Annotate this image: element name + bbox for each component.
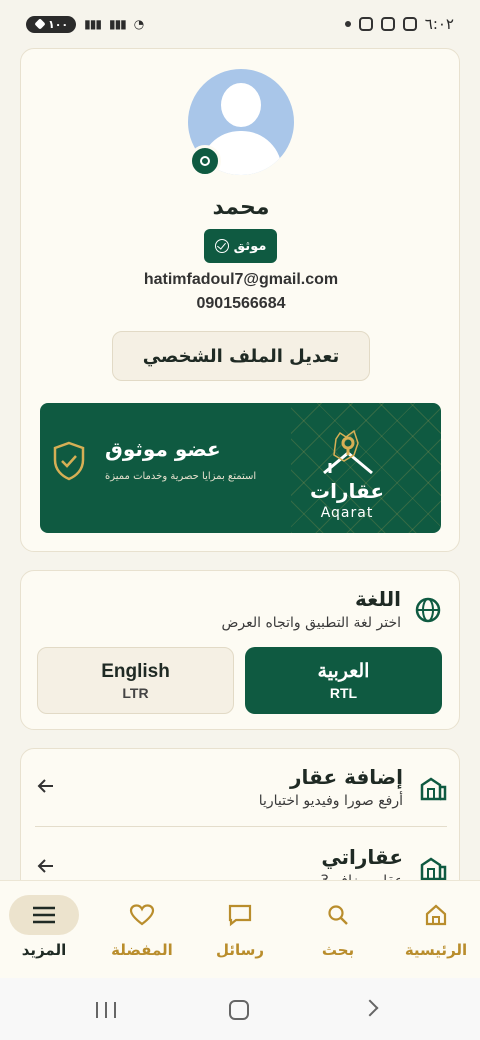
profile-phone: 0901566684 <box>196 295 286 312</box>
search-icon <box>328 905 348 925</box>
verified-member-banner: عضو موثوق استمتع بمزايا حصرية وخدمات ممي… <box>40 403 441 533</box>
profile-name: محمد <box>212 195 270 220</box>
status-bar: ١٠٠ ▮▮▮ ▮▮▮ ◔ ٦:٠٢ <box>0 0 480 48</box>
logo-text-en: Aqarat <box>320 505 374 521</box>
nav-item-home[interactable]: الرئيسية <box>388 895 480 967</box>
notification-dot-icon <box>344 21 351 27</box>
nav-label: رسائل <box>215 941 265 959</box>
system-home-button[interactable] <box>229 1000 249 1020</box>
nav-label: الرئيسية <box>404 941 468 959</box>
battery-indicator: ١٠٠ <box>26 15 77 33</box>
nav-item-messages[interactable]: رسائل <box>192 895 288 967</box>
globe-icon <box>415 597 441 623</box>
profile-card: محمد موثق hatimfadoul7@gmail.com 0901566… <box>20 48 460 552</box>
language-option-label: English <box>101 660 170 682</box>
building-icon <box>420 857 447 881</box>
arrow-left-icon <box>37 779 53 793</box>
system-back-button[interactable] <box>361 999 379 1017</box>
nav-label: المفضلة <box>111 941 173 959</box>
arrow-left-icon <box>37 859 53 873</box>
language-option-arabic[interactable]: العربية RTL <box>245 647 442 714</box>
banner-title: عضو موثوق <box>105 437 221 461</box>
language-subtitle: اختر لغة التطبيق واتجاه العرض <box>221 615 401 631</box>
nav-label: بحث <box>321 941 355 959</box>
language-title: اللغة <box>355 587 401 611</box>
language-option-dir: LTR <box>122 684 149 701</box>
clock: ٦:٠٢ <box>424 15 454 33</box>
signal-icon-2: ▮▮▮ <box>108 17 127 31</box>
building-icon <box>420 777 447 801</box>
home-icon <box>425 904 447 926</box>
status-right: ٦:٠٢ <box>344 15 454 33</box>
system-nav-bar <box>0 978 480 1040</box>
check-circle-icon <box>214 239 229 253</box>
menu-icon <box>33 906 55 924</box>
language-card: اللغة اختر لغة التطبيق واتجاه العرض العر… <box>20 570 460 730</box>
shield-check-icon <box>53 441 85 481</box>
language-option-dir: RTL <box>329 685 358 701</box>
menu-item-title: إضافة عقار <box>290 765 403 789</box>
edit-profile-button[interactable]: تعديل الملف الشخصي <box>112 331 370 381</box>
menu-item-subtitle: أرفع صورا وفيديو اختياريا <box>258 793 403 809</box>
verified-badge: موثق <box>204 229 277 263</box>
menu-item-add-property[interactable]: إضافة عقار أرفع صورا وفيديو اختياريا <box>21 749 461 827</box>
app-icon <box>380 17 395 31</box>
menu-item-title: عقاراتي <box>321 845 403 869</box>
screenshot-icon <box>402 17 417 31</box>
chat-icon <box>228 904 252 927</box>
divider <box>35 826 447 827</box>
heart-icon <box>129 904 155 926</box>
whatsapp-icon <box>358 17 373 31</box>
language-option-label: العربية <box>317 661 370 682</box>
wifi-icon: ◔ <box>133 17 145 31</box>
charging-icon <box>34 18 46 30</box>
change-photo-icon[interactable] <box>189 145 221 177</box>
language-option-english[interactable]: English LTR <box>37 647 234 714</box>
battery-level: ١٠٠ <box>48 17 69 31</box>
nav-item-favorites[interactable]: المفضلة <box>94 895 190 967</box>
profile-email: hatimfadoul7@gmail.com <box>143 271 339 288</box>
nav-item-search[interactable]: بحث <box>290 895 386 967</box>
logo-text-ar: عقارات <box>310 479 385 503</box>
status-left: ١٠٠ ▮▮▮ ▮▮▮ ◔ <box>26 15 145 33</box>
signal-icon: ▮▮▮ <box>84 17 102 31</box>
bottom-nav: الرئيسية بحث رسائل المفضلة المزيد <box>0 880 480 978</box>
nav-label: المزيد <box>21 941 67 959</box>
banner-subtitle: استمتع بمزايا حصرية وخدمات مميزة <box>105 471 257 482</box>
recent-apps-button[interactable] <box>96 1002 116 1018</box>
nav-item-more[interactable]: المزيد <box>0 895 92 967</box>
verified-label: موثق <box>233 238 267 254</box>
